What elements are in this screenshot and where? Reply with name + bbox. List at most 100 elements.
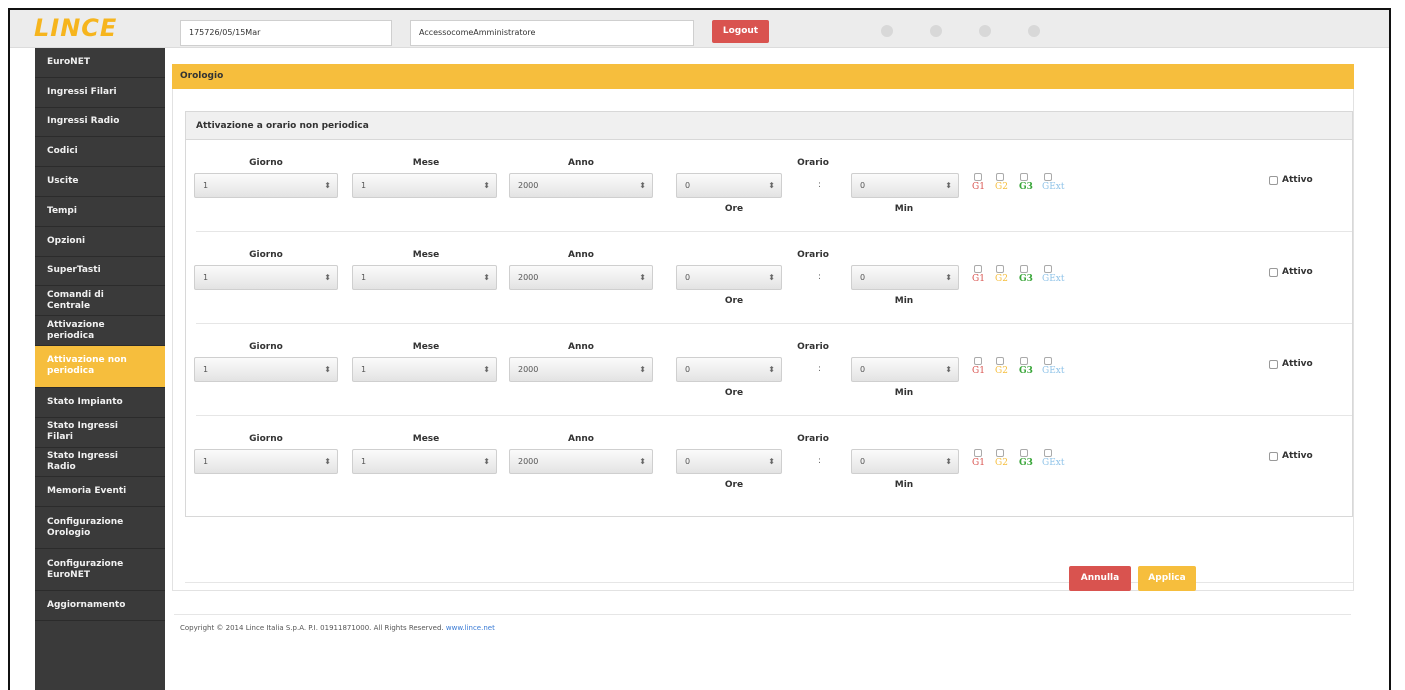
anno-select[interactable]: 2000 ⬍ <box>509 173 653 198</box>
sidebar-item-aggiornamento[interactable]: Aggiornamento <box>35 591 165 621</box>
sidebar-item-euronet[interactable]: EuroNET <box>35 48 165 78</box>
chevron-updown-icon: ⬍ <box>483 457 490 466</box>
min-select[interactable]: 0 ⬍ <box>851 173 959 198</box>
attivo-checkbox[interactable] <box>1269 176 1278 185</box>
mese-select[interactable]: 1 ⬍ <box>352 357 497 382</box>
ore-label: Ore <box>724 204 744 214</box>
attivo-checkbox[interactable] <box>1269 268 1278 277</box>
sidebar-item-label: Comandi di Centrale <box>47 289 104 311</box>
ore-label: Ore <box>724 480 744 490</box>
ore-select[interactable]: 0 ⬍ <box>676 357 782 382</box>
giorno-select[interactable]: 1 ⬍ <box>194 449 338 474</box>
sidebar-item-stato-ingressi-radio[interactable]: Stato Ingressi Radio <box>35 448 165 478</box>
min-value: 0 <box>860 365 866 374</box>
attivo-checkbox[interactable] <box>1269 360 1278 369</box>
ore-select[interactable]: 0 ⬍ <box>676 265 782 290</box>
attivo-label: Attivo <box>1282 451 1313 461</box>
sidebar-item-attivazione-non-periodica[interactable]: Attivazione non periodica <box>35 345 165 388</box>
lince-link[interactable]: www.lince.net <box>446 624 495 632</box>
mese-value: 1 <box>361 273 367 282</box>
anno-select[interactable]: 2000 ⬍ <box>509 265 653 290</box>
gext-checkbox[interactable] <box>1044 173 1052 181</box>
chevron-updown-icon: ⬍ <box>324 181 331 190</box>
orario-label: Orario <box>797 158 829 168</box>
ore-label: Ore <box>724 296 744 306</box>
g1-checkbox[interactable] <box>974 173 982 181</box>
anno-value: 2000 <box>518 181 539 190</box>
orario-label: Orario <box>797 250 829 260</box>
sidebar-item-label: SuperTasti <box>47 265 101 276</box>
mese-label: Mese <box>412 342 440 352</box>
sidebar-item-codici[interactable]: Codici <box>35 137 165 168</box>
sidebar-item-supertasti[interactable]: SuperTasti <box>35 257 165 287</box>
ore-select[interactable]: 0 ⬍ <box>676 449 782 474</box>
anno-value: 2000 <box>518 273 539 282</box>
mese-select[interactable]: 1 ⬍ <box>352 449 497 474</box>
activation-row: Giorno Mese Anno Orario 1 ⬍ 1 ⬍ 2000 ⬍ 0 ⬍ :… <box>186 418 1352 510</box>
anno-label: Anno <box>568 342 594 352</box>
sidebar-item-label: Uscite <box>47 176 79 187</box>
sidebar-item-stato-impianto[interactable]: Stato Impianto <box>35 388 165 418</box>
sidebar-item-configurazione-euronet[interactable]: Configurazione EuroNET <box>35 549 165 592</box>
giorno-select[interactable]: 1 ⬍ <box>194 265 338 290</box>
g3-checkbox[interactable] <box>1020 357 1028 365</box>
giorno-select[interactable]: 1 ⬍ <box>194 173 338 198</box>
sidebar-item-tempi[interactable]: Tempi <box>35 197 165 227</box>
attivo-label: Attivo <box>1282 175 1313 185</box>
anno-select[interactable]: 2000 ⬍ <box>509 449 653 474</box>
sidebar-item-stato-ingressi-filari[interactable]: Stato Ingressi Filari <box>35 418 165 448</box>
gext-checkbox[interactable] <box>1044 357 1052 365</box>
anno-label: Anno <box>568 158 594 168</box>
chevron-updown-icon: ⬍ <box>324 457 331 466</box>
g3-label: G3 <box>1019 274 1033 284</box>
g1-checkbox[interactable] <box>974 357 982 365</box>
attivo-checkbox[interactable] <box>1269 452 1278 461</box>
panel-body: Attivazione a orario non periodica Giorn… <box>172 89 1354 591</box>
apply-button[interactable]: Applica <box>1138 566 1196 591</box>
min-select[interactable]: 0 ⬍ <box>851 357 959 382</box>
giorno-select[interactable]: 1 ⬍ <box>194 357 338 382</box>
g3-label: G3 <box>1019 182 1033 192</box>
chevron-updown-icon: ⬍ <box>639 181 646 190</box>
sidebar-item-opzioni[interactable]: Opzioni <box>35 227 165 257</box>
g3-label: G3 <box>1019 366 1033 376</box>
mese-select[interactable]: 1 ⬍ <box>352 265 497 290</box>
g2-checkbox[interactable] <box>996 265 1004 273</box>
ore-select[interactable]: 0 ⬍ <box>676 173 782 198</box>
time-separator: : <box>818 272 822 282</box>
status-dot-2 <box>930 25 942 37</box>
chevron-updown-icon: ⬍ <box>483 181 490 190</box>
g3-checkbox[interactable] <box>1020 265 1028 273</box>
logout-button[interactable]: Logout <box>712 20 769 43</box>
giorno-label: Giorno <box>249 250 283 260</box>
sidebar-item-uscite[interactable]: Uscite <box>35 167 165 197</box>
time-separator: : <box>818 180 822 190</box>
sidebar-item-configurazione-orologio[interactable]: Configurazione Orologio <box>35 507 165 550</box>
g2-checkbox[interactable] <box>996 173 1004 181</box>
mese-select[interactable]: 1 ⬍ <box>352 173 497 198</box>
min-value: 0 <box>860 457 866 466</box>
gext-checkbox[interactable] <box>1044 265 1052 273</box>
g1-label: G1 <box>972 458 985 468</box>
g1-checkbox[interactable] <box>974 265 982 273</box>
sidebar-item-comandi-di-centrale[interactable]: Comandi di Centrale <box>35 286 165 317</box>
sidebar-item-attivazione-periodica[interactable]: Attivazione periodica <box>35 316 165 346</box>
g2-checkbox[interactable] <box>996 357 1004 365</box>
g2-checkbox[interactable] <box>996 449 1004 457</box>
time-separator: : <box>818 456 822 466</box>
g1-label: G1 <box>972 274 985 284</box>
sidebar-item-ingressi-filari[interactable]: Ingressi Filari <box>35 78 165 108</box>
gext-checkbox[interactable] <box>1044 449 1052 457</box>
min-select[interactable]: 0 ⬍ <box>851 265 959 290</box>
gext-label: GExt <box>1042 274 1065 284</box>
anno-select[interactable]: 2000 ⬍ <box>509 357 653 382</box>
cancel-button[interactable]: Annulla <box>1069 566 1131 591</box>
g1-checkbox[interactable] <box>974 449 982 457</box>
sidebar-item-ingressi-radio[interactable]: Ingressi Radio <box>35 108 165 138</box>
sidebar-item-label: EuroNET <box>47 56 90 67</box>
g3-checkbox[interactable] <box>1020 449 1028 457</box>
g3-checkbox[interactable] <box>1020 173 1028 181</box>
sidebar-item-memoria-eventi[interactable]: Memoria Eventi <box>35 477 165 508</box>
min-select[interactable]: 0 ⬍ <box>851 449 959 474</box>
attivo-label: Attivo <box>1282 267 1313 277</box>
